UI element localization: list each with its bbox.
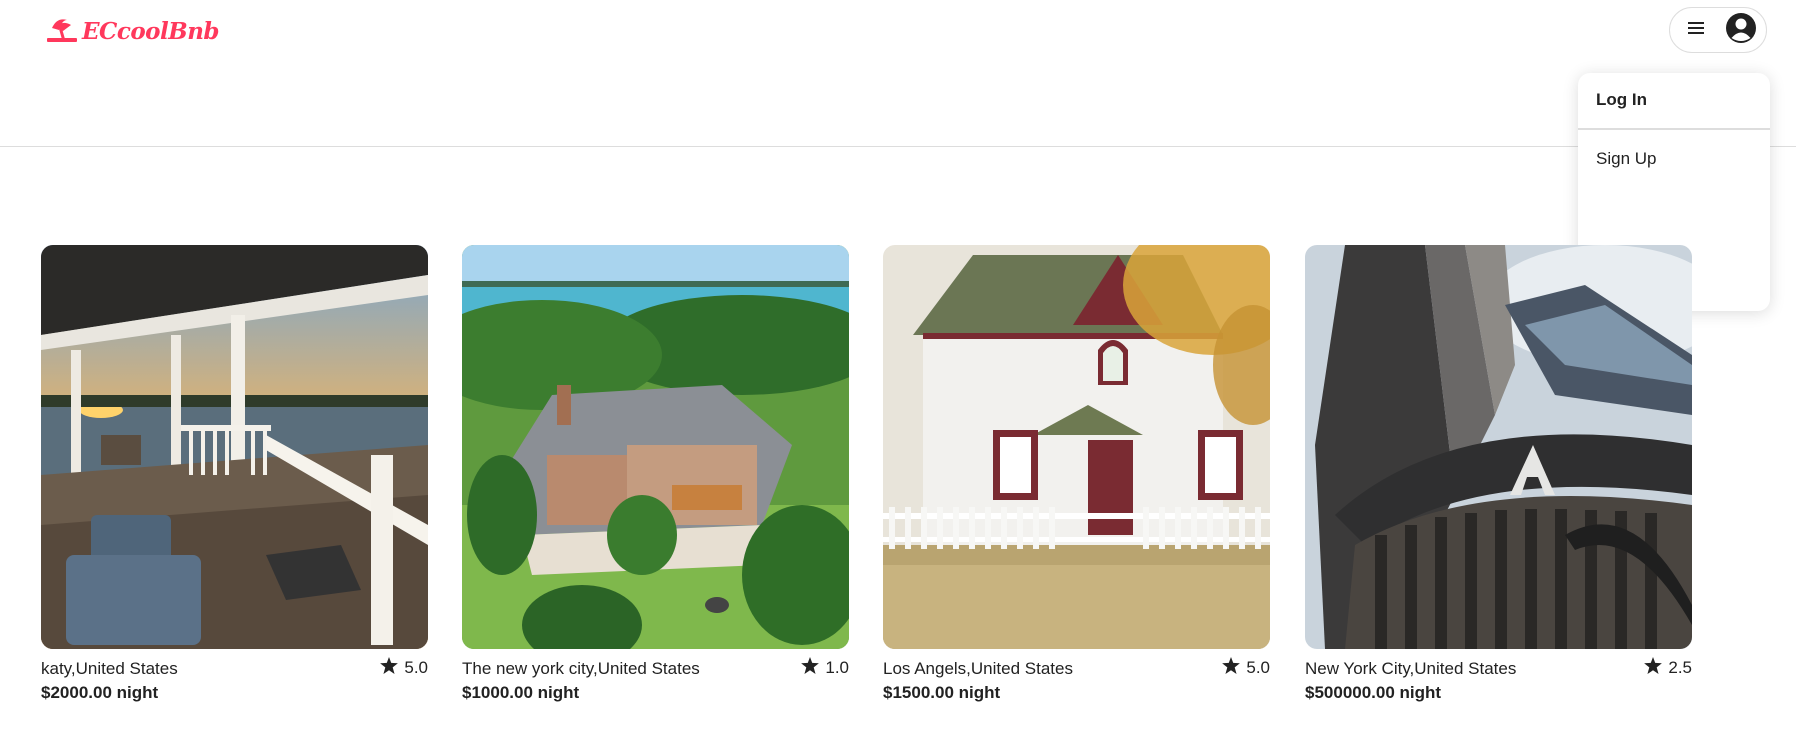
hamburger-icon xyxy=(1688,21,1704,40)
listing-location: katy,United States xyxy=(41,659,178,678)
listing-image[interactable] xyxy=(883,245,1270,649)
menu-divider xyxy=(1578,128,1770,130)
listing-location: Los Angels,United States xyxy=(883,659,1073,678)
site-header: ECcoolBnb xyxy=(0,0,1796,147)
star-icon xyxy=(1222,657,1241,679)
listing-price: $1000.00 night xyxy=(462,683,580,702)
listing-price: $500000.00 night xyxy=(1305,683,1442,702)
listing-image[interactable] xyxy=(41,245,428,649)
listing-rating: 1.0 xyxy=(801,657,849,679)
listing-card[interactable]: Los Angels,United States 5.0 $1500.00 ni… xyxy=(883,245,1270,702)
user-avatar-icon xyxy=(1726,12,1756,48)
listing-card[interactable]: The new york city,United States 1.0 $100… xyxy=(462,245,849,702)
listing-price: $2000.00 night xyxy=(41,683,159,702)
listing-rating: 5.0 xyxy=(1222,657,1270,679)
listing-price: $1500.00 night xyxy=(883,683,1001,702)
star-icon xyxy=(1644,657,1663,679)
user-menu-button[interactable] xyxy=(1669,7,1767,53)
logo-text: ECcoolBnb xyxy=(82,18,220,45)
rating-value: 5.0 xyxy=(404,658,428,677)
star-icon xyxy=(380,657,399,679)
star-icon xyxy=(801,657,820,679)
beach-umbrella-icon xyxy=(46,16,78,47)
rating-value: 5.0 xyxy=(1246,658,1270,677)
signup-menu-item[interactable]: Sign Up xyxy=(1596,149,1656,169)
listing-card[interactable]: New York City,United States 2.5 $500000.… xyxy=(1305,245,1692,702)
rating-value: 1.0 xyxy=(825,658,849,677)
listing-rating: 5.0 xyxy=(380,657,428,679)
listing-image[interactable] xyxy=(1305,245,1692,649)
listing-image[interactable] xyxy=(462,245,849,649)
login-menu-item[interactable]: Log In xyxy=(1596,90,1647,110)
site-logo[interactable]: ECcoolBnb xyxy=(46,16,220,47)
listing-card[interactable]: katy,United States 5.0 $2000.00 night xyxy=(41,245,428,702)
listing-location: New York City,United States xyxy=(1305,659,1517,678)
rating-value: 2.5 xyxy=(1668,658,1692,677)
listing-location: The new york city,United States xyxy=(462,659,700,678)
listing-rating: 2.5 xyxy=(1644,657,1692,679)
